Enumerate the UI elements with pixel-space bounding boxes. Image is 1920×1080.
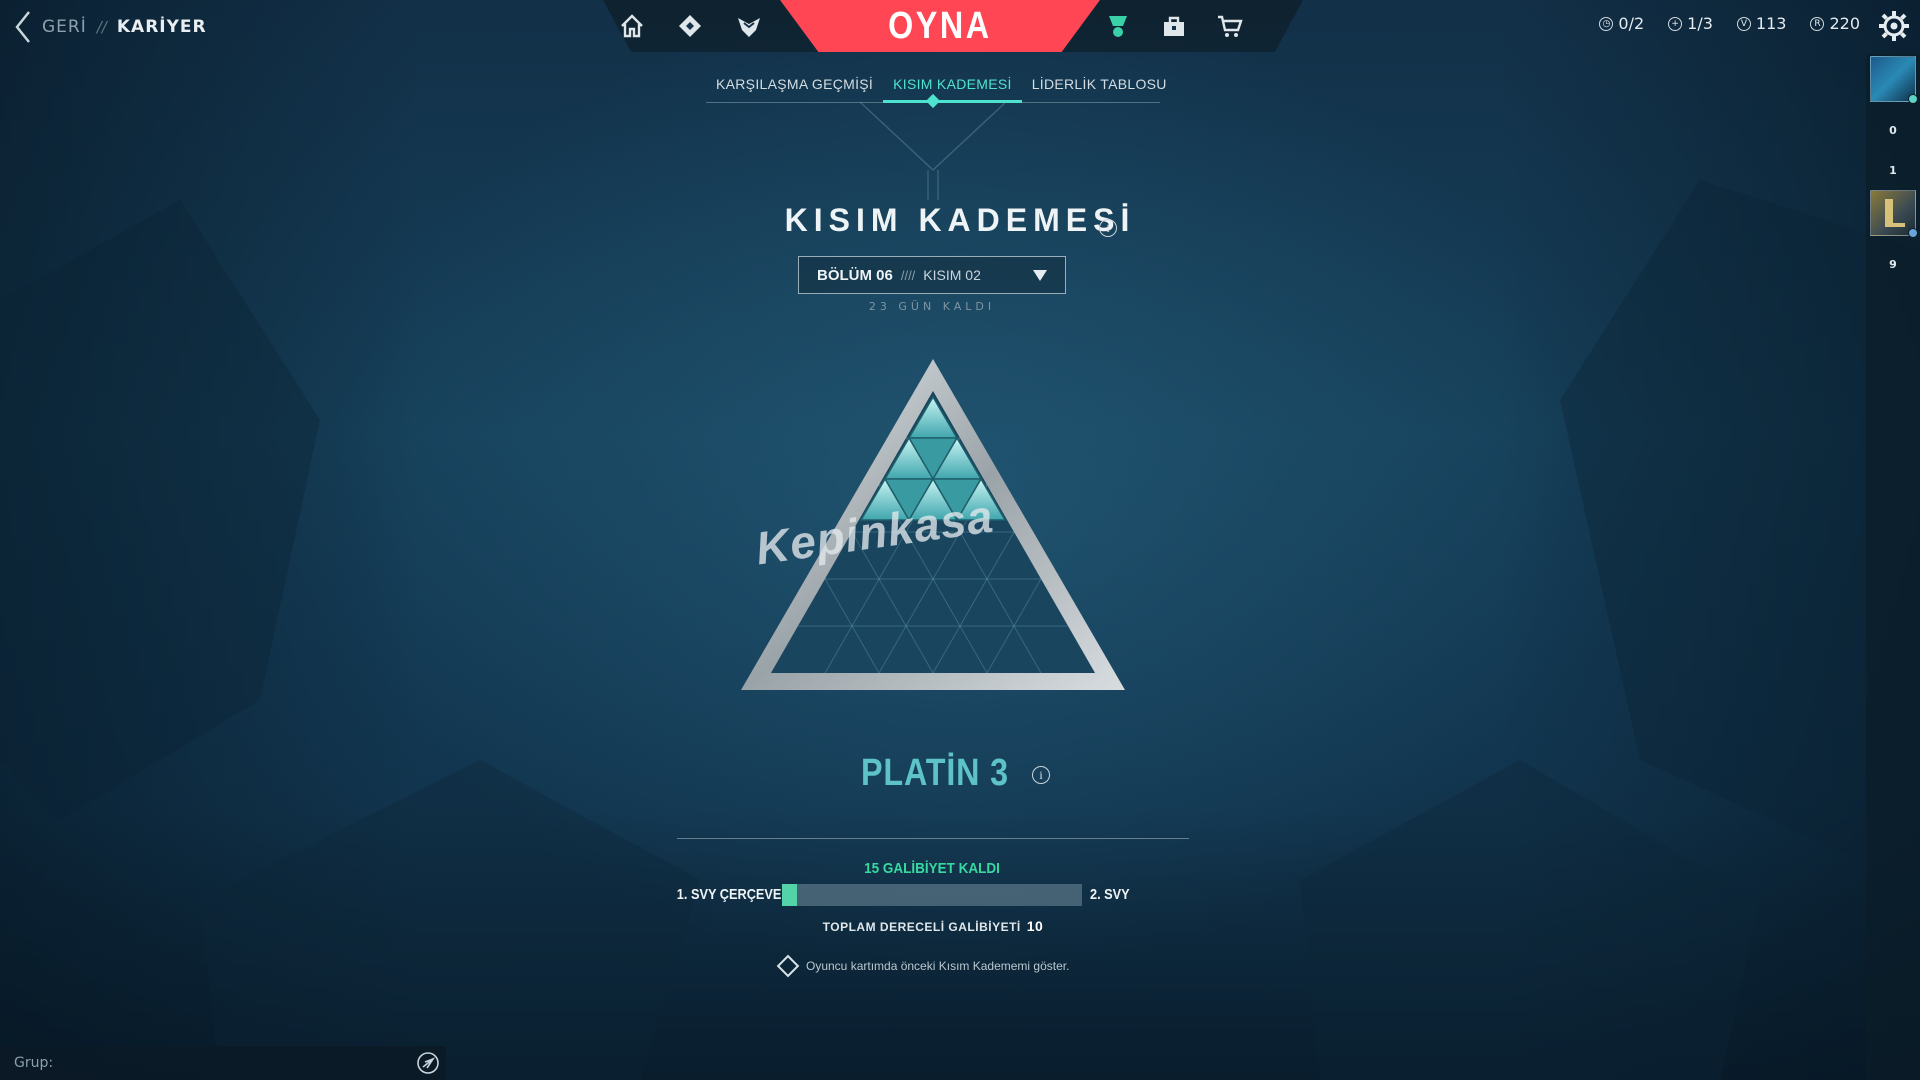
rank-name: PLATİN 3 [861, 752, 1009, 794]
currency-bar: ◷ 0/2 + 1/3 V 113 R 220 [1599, 14, 1860, 33]
bonus-counter[interactable]: + 1/3 [1668, 14, 1713, 33]
settings-gear-icon[interactable] [1878, 10, 1910, 42]
section-divider [677, 838, 1189, 839]
show-previous-rank-toggle[interactable]: Oyuncu kartımda önceki Kısım Kadememi gö… [776, 954, 1070, 978]
total-ranked-wins: TOPLAM DERECELİ GALİBİYETİ 10 [700, 918, 1166, 934]
next-level-label: 2. SVY [1090, 886, 1130, 903]
title-info-icon[interactable]: i [1099, 219, 1117, 237]
radianite-icon: R [1810, 16, 1825, 31]
social-side-panel: 0 1 9 [1866, 54, 1920, 1080]
play-button[interactable]: OYNA [780, 0, 1100, 52]
chat-send-icon[interactable] [416, 1051, 440, 1075]
clock-icon: ◷ [1599, 16, 1614, 31]
play-label: OYNA [888, 4, 992, 47]
side-count: 1 [1889, 164, 1897, 177]
plus-icon: + [1668, 16, 1683, 31]
tab-match-history[interactable]: KARŞILAŞMA GEÇMİŞİ [706, 74, 883, 100]
days-left: 23 GÜN KALDI [868, 300, 996, 313]
group-chat-bar[interactable]: Grup: [0, 1046, 446, 1080]
episode-act-separator: //// [900, 267, 916, 283]
episode-act-dropdown[interactable]: BÖLÜM 06 //// KISIM 02 [798, 256, 1066, 294]
radianite-points[interactable]: R 220 [1810, 14, 1860, 33]
total-ranked-wins-value: 10 [1026, 918, 1044, 934]
rp-value: 220 [1829, 14, 1860, 33]
page-breadcrumb: KARİYER [116, 17, 207, 37]
side-count: 9 [1889, 258, 1897, 271]
episode-label: BÖLÜM 06 [817, 266, 893, 284]
store-icon[interactable] [1215, 11, 1245, 41]
bonus-counter-value: 1/3 [1687, 14, 1713, 33]
online-status-dot [1908, 94, 1918, 104]
valorant-points[interactable]: V 113 [1736, 14, 1787, 33]
show-previous-rank-checkbox[interactable] [776, 954, 800, 978]
current-level-label: 1. SVY ÇERÇEVE [676, 886, 782, 903]
tab-connector-lines [860, 101, 1006, 200]
daily-timer-value: 0/2 [1618, 14, 1645, 33]
home-icon[interactable] [617, 11, 647, 41]
league-logo-icon [1885, 199, 1905, 227]
wins-remaining: 15 GALİBİYET KALDI [864, 860, 1000, 877]
top-bar: GERİ // KARİYER OYNA ◷ 0/2 + 1/3 V 113 R… [0, 0, 1920, 54]
vp-value: 113 [1755, 14, 1787, 33]
progress-bar [782, 884, 1082, 906]
friend-avatar[interactable] [1870, 56, 1918, 104]
back-label: GERİ [42, 17, 87, 37]
show-previous-rank-label: Oyuncu kartımda önceki Kısım Kadememi gö… [806, 959, 1070, 973]
daily-timer[interactable]: ◷ 0/2 [1599, 14, 1644, 33]
career-icon[interactable] [1159, 11, 1189, 41]
group-label: Grup: [14, 1055, 54, 1071]
agents-icon[interactable] [675, 11, 705, 41]
back-button[interactable]: GERİ // KARİYER [14, 10, 207, 44]
breadcrumb-separator: // [96, 18, 107, 36]
tab-act-rank[interactable]: KISIM KADEMESİ [883, 74, 1022, 103]
chevron-down-icon [1033, 269, 1047, 281]
collection-icon[interactable] [734, 11, 764, 41]
tab-leaderboard[interactable]: LİDERLİK TABLOSU [1022, 74, 1177, 100]
side-count: 0 [1889, 124, 1897, 137]
total-ranked-wins-label: TOPLAM DERECELİ GALİBİYETİ [822, 920, 1021, 934]
battlepass-icon[interactable] [1103, 11, 1133, 41]
league-client-avatar[interactable] [1870, 190, 1918, 238]
progress-bar-fill [782, 884, 797, 906]
chevron-left-icon [15, 11, 30, 43]
rank-info-icon[interactable]: i [1032, 766, 1050, 784]
vp-icon: V [1736, 16, 1751, 31]
act-label: KISIM 02 [923, 267, 981, 283]
online-status-dot [1908, 228, 1918, 238]
